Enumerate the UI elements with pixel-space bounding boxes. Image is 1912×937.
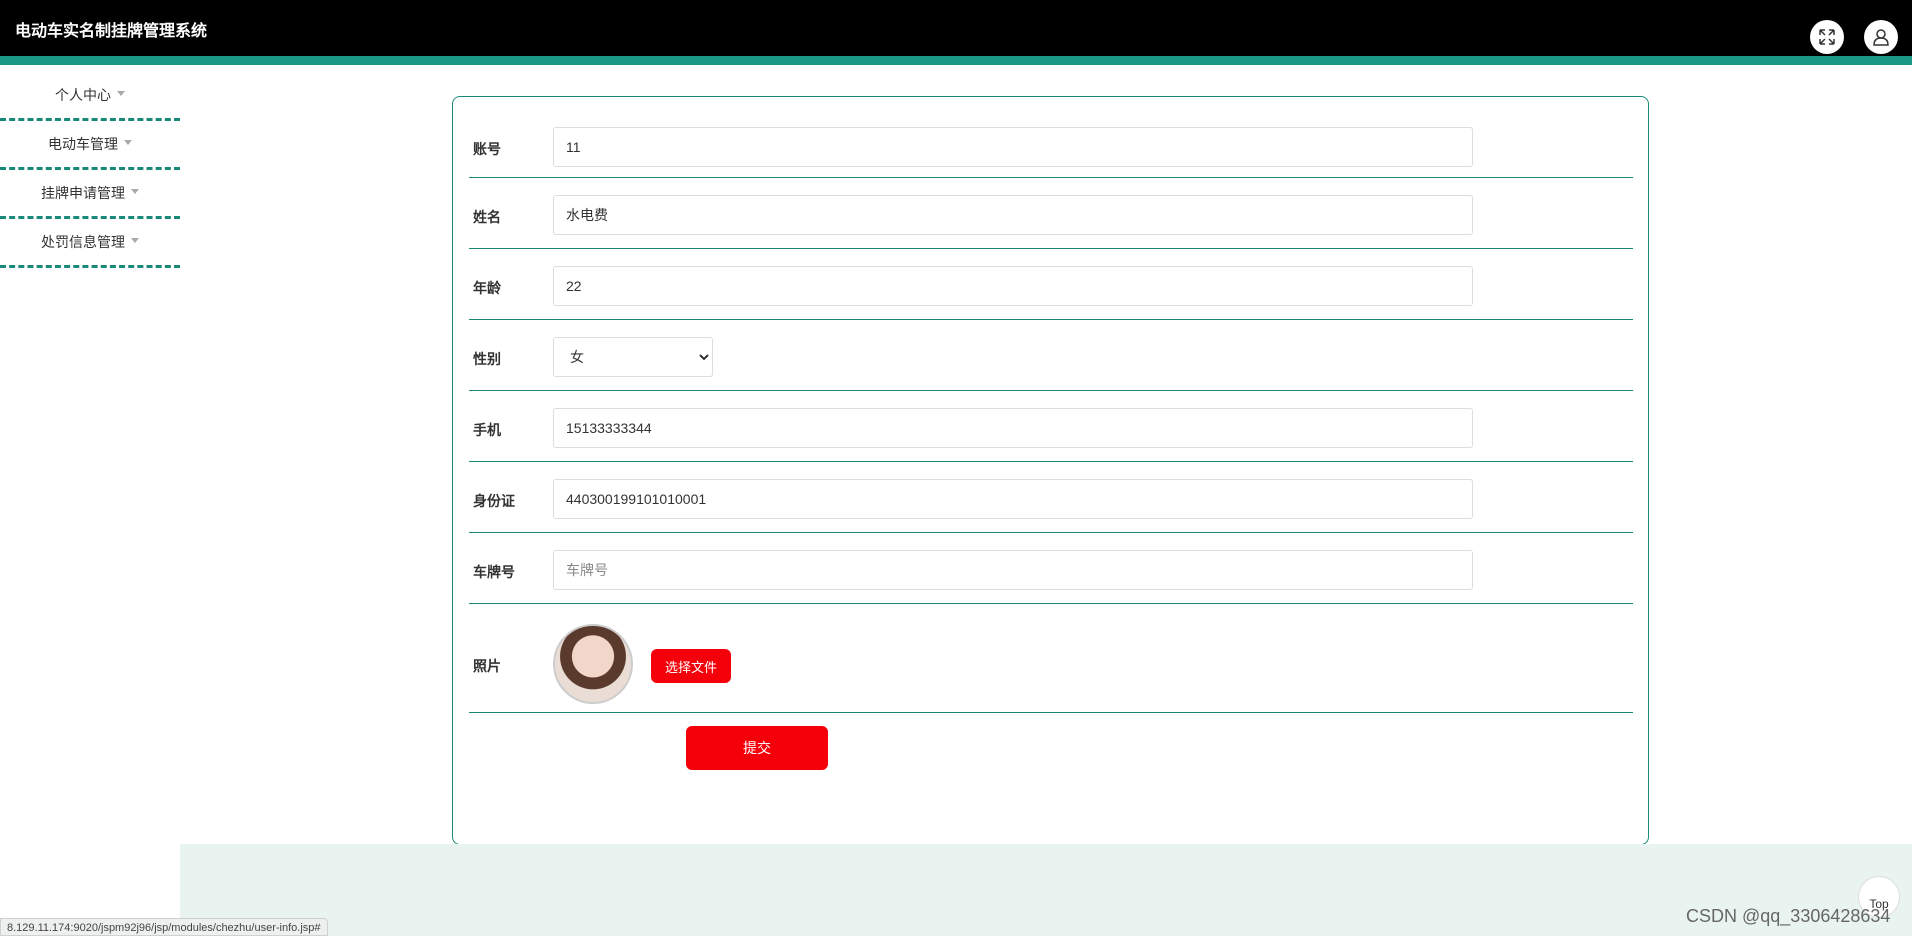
account-label: 账号: [473, 141, 501, 157]
name-input[interactable]: [553, 195, 1473, 235]
top-header: 电动车实名制挂牌管理系统: [0, 0, 1912, 56]
sidebar-item-label: 个人中心: [55, 87, 111, 103]
form-row-name: 姓名: [469, 178, 1633, 249]
sidebar-item-label: 处罚信息管理: [41, 234, 125, 250]
sidebar: 个人中心 电动车管理 挂牌申请管理 处罚信息管理: [0, 72, 180, 268]
name-label: 姓名: [473, 209, 501, 225]
sidebar-item-label: 挂牌申请管理: [41, 185, 125, 201]
sidebar-item-personal-center[interactable]: 个人中心: [0, 72, 180, 121]
caret-down-icon: [131, 237, 139, 243]
age-label: 年龄: [473, 280, 501, 296]
plate-input[interactable]: [553, 550, 1473, 590]
footer-area: [180, 844, 1912, 936]
form-row-account: 账号: [469, 97, 1633, 178]
user-icon: [1873, 29, 1889, 46]
watermark-text: CSDN @qq_3306428634: [1686, 906, 1891, 926]
plate-label: 车牌号: [473, 564, 515, 580]
form-row-photo: 照片 选择文件: [469, 604, 1633, 713]
choose-file-button[interactable]: 选择文件: [651, 649, 731, 683]
app-title: 电动车实名制挂牌管理系统: [15, 23, 208, 40]
id-card-input[interactable]: [553, 479, 1473, 519]
age-input[interactable]: [553, 266, 1473, 306]
expand-icon: [1819, 29, 1835, 45]
account-input[interactable]: [553, 127, 1473, 167]
submit-button[interactable]: 提交: [686, 726, 828, 770]
caret-down-icon: [117, 90, 125, 96]
sidebar-item-penalty-info[interactable]: 处罚信息管理: [0, 219, 180, 268]
fullscreen-button[interactable]: [1810, 20, 1844, 54]
header-accent-bar: [0, 56, 1912, 65]
phone-label: 手机: [473, 422, 501, 438]
id-card-label: 身份证: [473, 493, 515, 509]
status-bar-url: 8.129.11.174:9020/jspm92j96/jsp/modules/…: [0, 918, 328, 936]
form-row-gender: 性别 女: [469, 320, 1633, 391]
phone-input[interactable]: [553, 408, 1473, 448]
sidebar-item-label: 电动车管理: [48, 136, 118, 152]
sidebar-item-ebike-management[interactable]: 电动车管理: [0, 121, 180, 170]
form-row-age: 年龄: [469, 249, 1633, 320]
gender-select[interactable]: 女: [553, 337, 713, 377]
sidebar-item-plate-application[interactable]: 挂牌申请管理: [0, 170, 180, 219]
caret-down-icon: [124, 139, 132, 145]
caret-down-icon: [131, 188, 139, 194]
user-info-form: 账号 姓名 年龄 性别 女 手机 身份证 车牌号 照片 选择文件 提交: [452, 96, 1649, 845]
user-button[interactable]: [1864, 20, 1898, 54]
photo-label: 照片: [473, 658, 501, 674]
form-row-phone: 手机: [469, 391, 1633, 462]
gender-label: 性别: [473, 351, 501, 367]
avatar-photo: [553, 624, 633, 704]
form-row-id-card: 身份证: [469, 462, 1633, 533]
form-row-plate: 车牌号: [469, 533, 1633, 604]
